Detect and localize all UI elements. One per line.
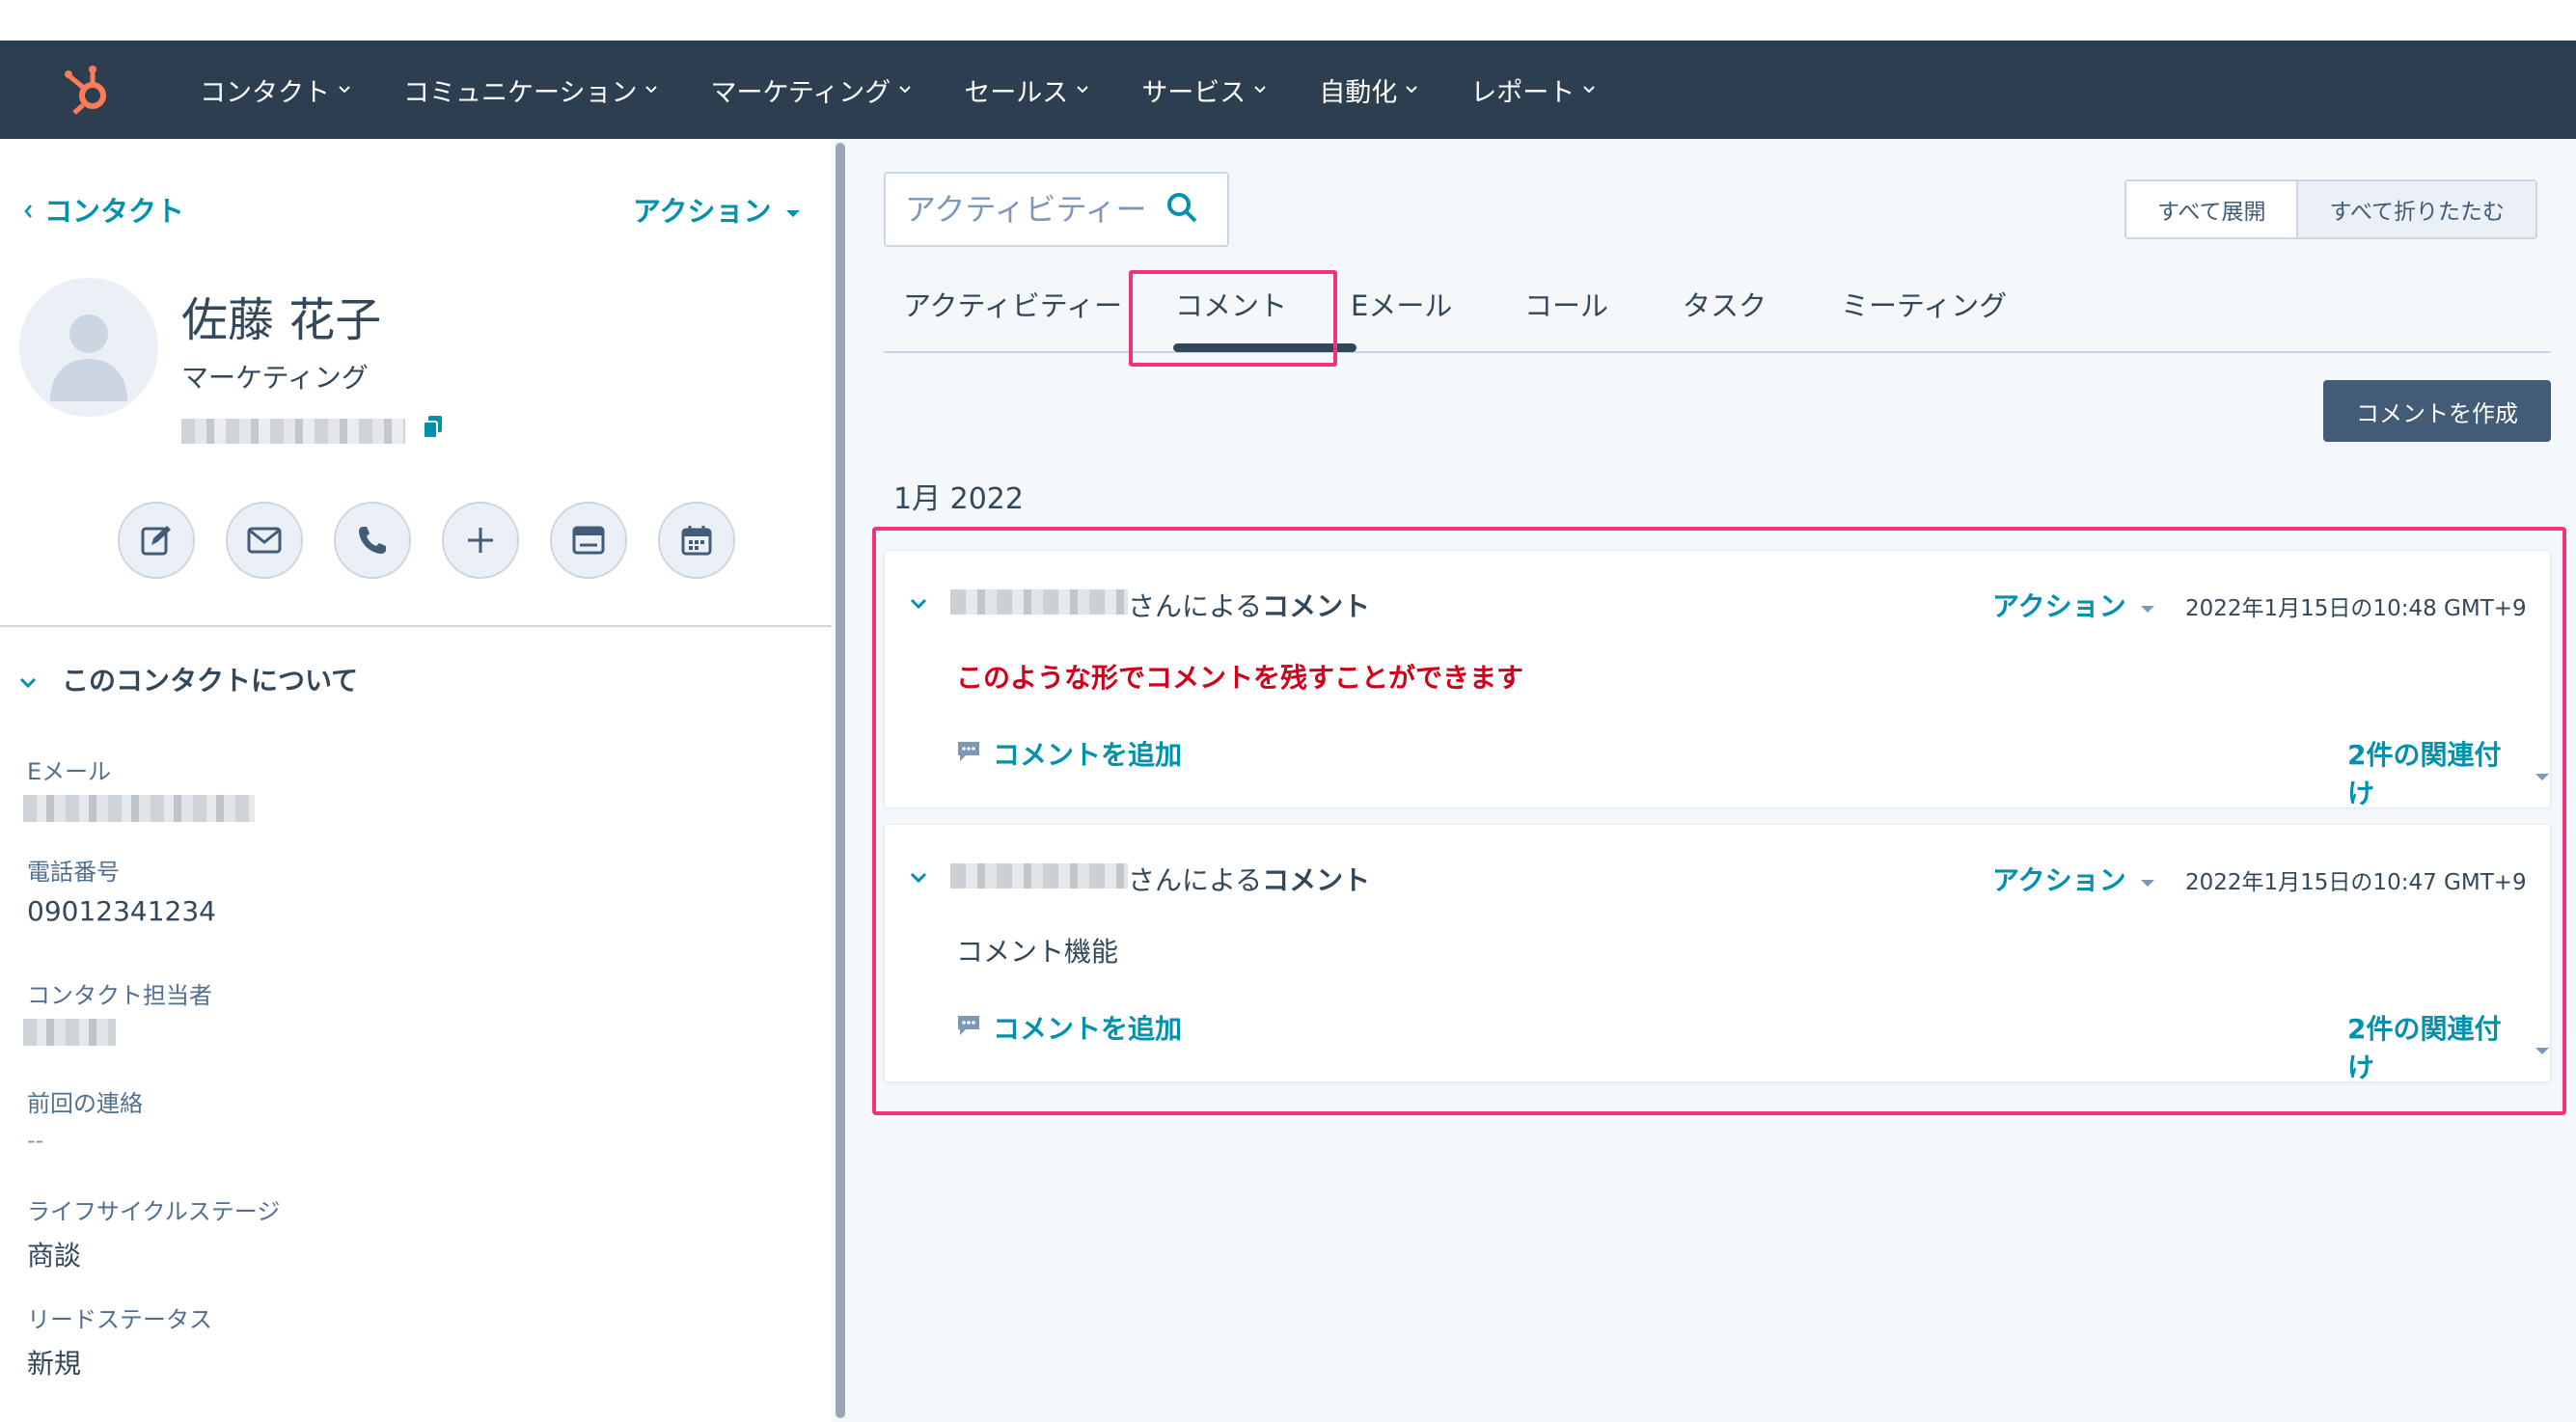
expand-collapse-group: すべて展開 すべて折りたたむ [2124,179,2537,239]
contact-actions-dropdown[interactable]: アクション [633,189,801,230]
contact-email-redacted [181,419,405,444]
phone-icon [359,527,386,554]
about-contact-section-toggle[interactable]: このコンタクトについて [19,660,358,698]
chevron-down-icon [19,664,37,696]
contact-job-title: マーケティング [181,362,369,394]
hubspot-logo-icon[interactable] [0,41,174,139]
activity-search[interactable] [884,172,1229,247]
nav-reports[interactable]: レポート [1444,41,1622,139]
chevron-down-icon [1405,85,1418,95]
lead-status-label: リードステータス [27,1306,212,1333]
chevron-down-icon [1253,85,1267,95]
create-note-button[interactable]: コメントを作成 [2323,380,2551,442]
chevron-down-icon [1582,85,1596,95]
avatar[interactable] [19,278,158,417]
meeting-button[interactable] [658,502,735,579]
email-property-value-redacted [23,795,255,822]
scrollbar-thumb[interactable] [836,143,845,1418]
month-group-label: 1月 2022 [893,482,1024,516]
plus-icon [468,528,493,553]
email-button[interactable] [226,502,303,579]
tab-email[interactable]: Eメール [1351,284,1452,324]
contact-name: 佐藤 花子 [181,293,382,347]
caret-down-icon [785,193,801,226]
log-activity-button[interactable] [550,502,627,579]
chevron-down-icon [644,85,658,95]
lifecycle-stage-value[interactable]: 商談 [27,1235,81,1273]
divider [0,625,832,627]
chevron-down-icon [898,85,912,95]
chevron-down-icon [1076,85,1089,95]
back-to-contacts-link[interactable]: コンタクト [23,189,184,230]
notes-highlight-box [872,527,2566,1115]
top-nav: コンタクト コミュニケーション マーケティング セールス サービス 自動化 レポ… [0,41,2576,139]
tab-calls[interactable]: コール [1524,284,1608,324]
email-icon [247,527,282,554]
expand-all-button[interactable]: すべて展開 [2126,181,2297,237]
search-icon[interactable] [1165,191,1198,228]
note-button[interactable] [118,502,195,579]
nav-service[interactable]: サービス [1115,41,1293,139]
lifecycle-stage-label: ライフサイクルステージ [27,1198,281,1225]
edit-note-icon [141,526,171,556]
owner-property-value-redacted [23,1019,116,1046]
person-icon [50,314,127,401]
tab-activity[interactable]: アクティビティー [903,284,1122,324]
tab-meetings[interactable]: ミーティング [1841,284,2007,324]
lead-status-value[interactable]: 新規 [27,1343,81,1381]
chevron-down-icon [338,85,351,95]
last-contacted-value: -- [27,1127,44,1154]
activity-timeline: すべて展開 すべて折りたたむ アクティビティー コメント Eメール コール タス… [849,139,2576,1422]
phone-property-label: 電話番号 [27,859,120,886]
tab-highlight-box [1129,270,1337,367]
calendar-icon [681,526,712,556]
contact-sidebar: コンタクト アクション 佐藤 花子 マーケティング このコンタクトについて Eメ… [0,139,832,1422]
activity-search-input[interactable] [905,191,1165,228]
nav-automation[interactable]: 自動化 [1293,41,1444,139]
owner-property-label: コンタクト担当者 [27,982,212,1009]
phone-property-value[interactable]: 09012341234 [27,895,216,927]
email-property-label: Eメール [27,758,112,785]
nav-contacts[interactable]: コンタクト [174,41,377,139]
nav-marketing[interactable]: マーケティング [684,41,938,139]
collapse-all-button[interactable]: すべて折りたたむ [2296,181,2535,237]
copy-icon[interactable] [423,415,444,444]
nav-sales[interactable]: セールス [938,41,1115,139]
call-button[interactable] [334,502,411,579]
tab-tasks[interactable]: タスク [1683,284,1767,324]
browser-window-icon [572,526,605,555]
sidebar-scrollbar[interactable] [832,139,849,1422]
chevron-left-icon [23,193,33,226]
more-actions-button[interactable] [442,502,519,579]
window-top-strip [0,0,2576,41]
quick-actions [118,502,735,579]
last-contacted-label: 前回の連絡 [27,1090,143,1117]
nav-communication[interactable]: コミュニケーション [377,41,684,139]
